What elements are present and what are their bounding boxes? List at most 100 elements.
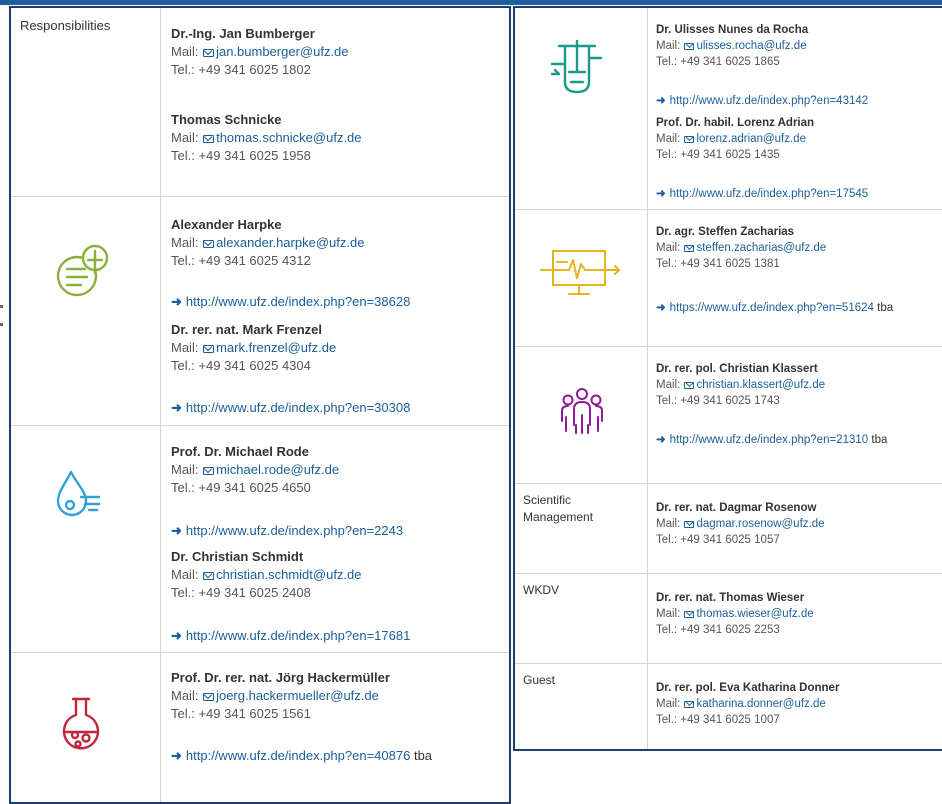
person-name: Prof. Dr. rer. nat. Jörg Hackermüller [171, 670, 390, 685]
phone-number: Tel.: +49 341 6025 1743 [656, 395, 780, 407]
contacts-cell: Prof. Dr. rer. nat. Jörg Hackermüller Ma… [162, 653, 509, 802]
person-name: Prof. Dr. Michael Rode [171, 444, 309, 459]
table-row: Dr. agr. Steffen Zacharias Mail: steffen… [515, 210, 942, 347]
profile-link[interactable]: ➜ http://www.ufz.de/index.php?en=40876 tb… [171, 747, 432, 765]
mail-link[interactable]: thomas.wieser@ufz.de [696, 608, 813, 620]
row-label: WKDV [523, 583, 559, 597]
table-row: Scientific Management Dr. rer. nat. Dagm… [515, 484, 942, 574]
contact-person: Dr. Christian Schmidt Mail: christian.sc… [171, 548, 501, 602]
mail-line: Mail: christian.schmidt@ufz.de [171, 567, 362, 582]
flask-icon [61, 695, 105, 755]
contact-person: Dr.-Ing. Jan Bumberger Mail: jan.bumberg… [171, 25, 501, 79]
mail-line: Mail: alexander.harpke@ufz.de [171, 235, 365, 250]
mail-icon [684, 245, 695, 252]
table-row: WKDV Dr. rer. nat. Thomas Wieser Mail: t… [515, 574, 942, 664]
table-row: Prof. Dr. rer. nat. Jörg Hackermüller Ma… [11, 653, 509, 802]
contact-person: Thomas Schnicke Mail: thomas.schnicke@uf… [171, 111, 501, 165]
person-name: Dr. rer. nat. Mark Frenzel [171, 322, 323, 337]
table-row: Guest Dr. rer. pol. Eva Katharina Donner… [515, 664, 942, 749]
tba-note: tba [871, 434, 888, 446]
mail-icon [203, 135, 215, 143]
phone-number: Tel.: +49 341 6025 1435 [656, 149, 780, 161]
arrow-right-icon: ➜ [171, 523, 182, 538]
contacts-cell: Dr. rer. pol. Christian Klassert Mail: c… [649, 347, 942, 483]
table-row: Dr. rer. pol. Christian Klassert Mail: c… [515, 347, 942, 484]
phone-number: Tel.: +49 341 6025 1958 [171, 148, 311, 163]
mail-link[interactable]: alexander.harpke@ufz.de [216, 235, 364, 250]
profile-link[interactable]: ➜ http://www.ufz.de/index.php?en=30308 [171, 399, 410, 417]
profile-link[interactable]: ➜ http://www.ufz.de/index.php?en=17545 [656, 186, 868, 202]
phone-number: Tel.: +49 341 6025 1561 [171, 706, 311, 721]
arrow-right-icon: ➜ [656, 302, 666, 314]
contacts-cell: Alexander Harpke Mail: alexander.harpke@… [162, 197, 509, 425]
phone-number: Tel.: +49 341 6025 1381 [656, 258, 780, 270]
person-name: Prof. Dr. habil. Lorenz Adrian [656, 117, 815, 129]
contacts-cell: Dr. rer. nat. Thomas Wieser Mail: thomas… [649, 574, 942, 663]
profile-link[interactable]: ➜ http://www.ufz.de/index.php?en=43142 [656, 93, 868, 109]
mail-line: Mail: thomas.wieser@ufz.de [656, 608, 814, 620]
table-row: Prof. Dr. Michael Rode Mail: michael.rod… [11, 426, 509, 653]
mail-icon [203, 240, 215, 248]
profile-link[interactable]: ➜ http://www.ufz.de/index.php?en=17681 [171, 627, 410, 645]
people-group-icon [559, 387, 605, 437]
mail-icon [203, 49, 215, 57]
mail-link[interactable]: mark.frenzel@ufz.de [216, 340, 336, 355]
contact-person: Prof. Dr. rer. nat. Jörg Hackermüller Ma… [171, 669, 501, 723]
mail-link[interactable]: dagmar.rosenow@ufz.de [696, 518, 824, 530]
mail-line: Mail: thomas.schnicke@ufz.de [171, 130, 362, 145]
row-label: Scientific Management [523, 493, 594, 524]
row-label: Guest [523, 673, 556, 687]
arrow-right-icon: ➜ [656, 95, 666, 107]
profile-link[interactable]: ➜ http://www.ufz.de/index.php?en=2243 [171, 522, 403, 540]
mail-icon [684, 701, 695, 708]
person-name: Dr. Christian Schmidt [171, 549, 304, 564]
contact-person: Prof. Dr. Michael Rode Mail: michael.rod… [171, 443, 501, 497]
contacts-table-right: Dr. Ulisses Nunes da Rocha Mail: ulisses… [513, 6, 942, 751]
mail-line: Mail: dagmar.rosenow@ufz.de [656, 518, 825, 530]
mail-line: Mail: christian.klassert@ufz.de [656, 379, 826, 391]
contact-person: Dr. rer. nat. Mark Frenzel Mail: mark.fr… [171, 321, 501, 375]
person-name: Dr. rer. pol. Christian Klassert [656, 363, 818, 375]
mail-link[interactable]: lorenz.adrian@ufz.de [696, 133, 806, 145]
mail-link[interactable]: ulisses.rocha@ufz.de [696, 40, 806, 52]
water-drop-icon [55, 468, 115, 518]
contacts-cell: Dr. rer. pol. Eva Katharina Donner Mail:… [649, 664, 942, 749]
mail-link[interactable]: jan.bumberger@ufz.de [216, 44, 348, 59]
row-label-cell: Guest [515, 664, 648, 749]
mail-link[interactable]: christian.klassert@ufz.de [696, 379, 825, 391]
mail-line: Mail: michael.rode@ufz.de [171, 462, 340, 477]
mail-icon [684, 136, 695, 143]
mail-link[interactable]: joerg.hackermueller@ufz.de [216, 688, 379, 703]
profile-link[interactable]: ➜ http://www.ufz.de/index.php?en=38628 [171, 293, 410, 311]
row-label-cell: WKDV [515, 574, 648, 663]
mail-line: Mail: steffen.zacharias@ufz.de [656, 242, 827, 254]
arrow-right-icon: ➜ [656, 188, 666, 200]
mail-link[interactable]: thomas.schnicke@ufz.de [216, 130, 361, 145]
phone-number: Tel.: +49 341 6025 1057 [656, 534, 780, 546]
mail-line: Mail: lorenz.adrian@ufz.de [656, 133, 806, 145]
row-label-cell: Responsibilities [11, 8, 161, 196]
mail-link[interactable]: katharina.donner@ufz.de [696, 698, 825, 710]
person-name: Dr. agr. Steffen Zacharias [656, 226, 795, 238]
contact-person: Dr. rer. nat. Dagmar Rosenow Mail: dagma… [656, 500, 942, 548]
mail-icon [203, 467, 215, 475]
contacts-cell: Dr. agr. Steffen Zacharias Mail: steffen… [649, 210, 942, 346]
row-label-cell: Scientific Management [515, 484, 648, 573]
tba-note: tba [413, 748, 433, 763]
person-name: Dr. Ulisses Nunes da Rocha [656, 24, 809, 36]
person-name: Dr. rer. pol. Eva Katharina Donner [656, 682, 840, 694]
person-name: Dr.-Ing. Jan Bumberger [171, 26, 315, 41]
contact-person: Dr. agr. Steffen Zacharias Mail: steffen… [656, 224, 942, 272]
mail-link[interactable]: michael.rode@ufz.de [216, 462, 339, 477]
profile-link[interactable]: ➜ https://www.ufz.de/index.php?en=51624 t… [656, 300, 893, 316]
profile-link[interactable]: ➜ http://www.ufz.de/index.php?en=21310 tb… [656, 432, 887, 448]
phone-number: Tel.: +49 341 6025 1865 [656, 56, 780, 68]
mail-icon [684, 43, 695, 50]
mail-link[interactable]: steffen.zacharias@ufz.de [696, 242, 826, 254]
row-label-cell [11, 426, 161, 652]
person-name: Dr. rer. nat. Dagmar Rosenow [656, 502, 817, 514]
phone-number: Tel.: +49 341 6025 2408 [171, 585, 311, 600]
reactor-icon [549, 38, 605, 98]
row-label-cell [515, 8, 648, 209]
mail-link[interactable]: christian.schmidt@ufz.de [216, 567, 361, 582]
